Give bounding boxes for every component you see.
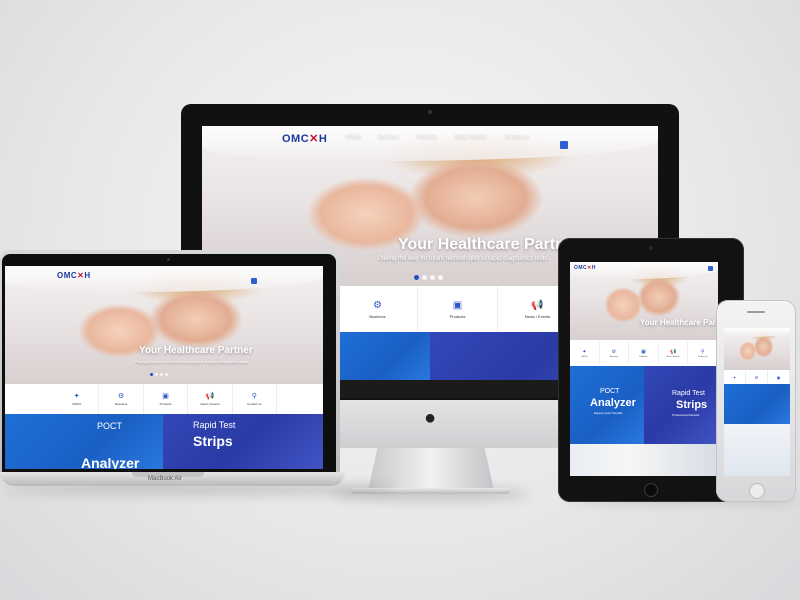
laptop-logo[interactable]: OMC✕H [57, 271, 91, 280]
laptop-promo-analyzer[interactable]: POCT Analyzer [5, 414, 163, 469]
laptop-quick-link-contact[interactable]: ⚲ Contact us [233, 384, 278, 414]
laptop-camera [167, 258, 170, 261]
slider-dot[interactable] [414, 275, 419, 280]
imac-logo[interactable]: OMC✕H [282, 132, 327, 145]
tablet-screen: OMC✕H Your Healthcare Partner ✦ OMCH ⚙ B… [570, 262, 718, 476]
tablet-promo-strips-big: Strips [676, 399, 708, 411]
imac-nav-products[interactable]: Products [417, 135, 437, 141]
location-pin-icon: ⚲ [700, 348, 705, 355]
laptop-promo-analyzer-big: Analyzer [81, 455, 140, 469]
laptop-quick-link-business[interactable]: ⚙ Business [99, 384, 144, 414]
phone-speaker [747, 311, 765, 313]
phone-promo-analyzer[interactable] [724, 384, 790, 424]
tablet-quick-link-business[interactable]: ⚙ Business [600, 342, 630, 364]
imac-slider-dots [414, 275, 443, 280]
laptop-hero-subtitle: Paving the way for future technologies o… [135, 359, 248, 364]
imac-nav-contact[interactable]: Contact us [505, 135, 529, 141]
apple-logo-icon: ● [423, 407, 437, 429]
slider-dot[interactable] [438, 275, 443, 280]
monitor-icon: ▣ [452, 299, 463, 311]
slider-dot[interactable] [150, 373, 153, 376]
tablet-quick-link-contact[interactable]: ⚲ Contact us [688, 342, 718, 364]
laptop-promo-analyzer-small: POCT [97, 421, 123, 431]
tablet-logo[interactable]: OMC✕H [574, 265, 596, 271]
imac-menu-button[interactable] [560, 141, 568, 149]
slider-dot[interactable] [430, 275, 435, 280]
imac-quick-link-products[interactable]: ▣ Products [418, 286, 498, 332]
people-icon: ⚙ [754, 374, 759, 380]
laptop-quick-link-news[interactable]: 📢 News / Events [188, 384, 233, 414]
slider-dot[interactable] [165, 373, 168, 376]
tablet-quick-links: ✦ OMCH ⚙ Business ▣ Products 📢 News / Ev… [570, 342, 718, 364]
megaphone-icon: 📢 [669, 348, 677, 355]
people-icon: ⚙ [611, 348, 617, 355]
tablet-camera [649, 246, 653, 250]
slider-dot[interactable] [422, 275, 427, 280]
tablet-menu-button[interactable] [708, 266, 713, 271]
tablet-photo-strip [570, 444, 718, 476]
phone-quick-link-business[interactable]: ⚙ [746, 370, 768, 384]
imac-stand [368, 445, 494, 491]
tablet-promo-strips[interactable]: Rapid Test Strips Professional Results [644, 366, 718, 444]
laptop-slider-dots [150, 373, 168, 376]
imac-quick-link-business[interactable]: ⚙ Business [338, 286, 418, 332]
slider-dot[interactable] [160, 373, 163, 376]
laptop-promo-strips[interactable]: Rapid Test Strips [163, 414, 323, 469]
laptop-quick-link-products[interactable]: ▣ Products [144, 384, 189, 414]
people-icon: ⚙ [117, 393, 125, 400]
tablet-promo-strips-small: Rapid Test [672, 390, 705, 397]
globe-icon: ✦ [732, 374, 737, 380]
tablet-quick-link-news[interactable]: 📢 News / Events [659, 342, 689, 364]
phone-promo-strips[interactable] [724, 424, 790, 476]
monitor-icon: ▣ [641, 348, 646, 355]
globe-icon: ✦ [73, 393, 80, 400]
imac-nav-omch[interactable]: OMCH [345, 135, 360, 141]
people-icon: ⚙ [373, 299, 382, 311]
tablet-promo-analyzer[interactable]: POCT Analyzer Expect Letter Results [570, 366, 644, 444]
imac-promo-analyzer[interactable] [338, 332, 430, 380]
imac-nav-news[interactable]: News / Events [455, 135, 487, 141]
laptop-hero: OMC✕H Your Healthcare Partner Paving the… [5, 266, 323, 384]
laptop-promo-strips-big: Strips [193, 433, 233, 449]
location-pin-icon: ⚲ [251, 393, 257, 400]
laptop-promo-strips-small: Rapid Test [193, 420, 236, 430]
tablet-home-button[interactable] [644, 483, 658, 497]
phone-quick-links: ✦ ⚙ ▣ [724, 370, 790, 384]
tablet-promo-analyzer-big: Analyzer [590, 397, 636, 409]
tablet-promo-analyzer-small: POCT [600, 388, 620, 395]
tablet-promo-analyzer-sub: Expect Letter Results [594, 411, 623, 415]
tablet-hero-title: Your Healthcare Partner [640, 318, 718, 327]
tablet-header: OMC✕H [570, 262, 718, 274]
laptop-brand-label: MacBook Air [148, 476, 182, 482]
imac-camera [428, 110, 432, 114]
laptop-screen: OMC✕H Your Healthcare Partner Paving the… [5, 266, 323, 469]
laptop-menu-button[interactable] [251, 278, 257, 284]
megaphone-icon: 📢 [205, 393, 215, 400]
imac-hero-subtitle: Paving the way for future technologies o… [378, 256, 548, 262]
laptop-quick-links: ✦ OMCH ⚙ Business ▣ Products 📢 News / Ev… [55, 384, 278, 414]
laptop-header: OMC✕H [5, 266, 323, 284]
monitor-icon: ▣ [162, 393, 169, 400]
tablet-quick-link-omch[interactable]: ✦ OMCH [570, 342, 600, 364]
megaphone-icon: 📢 [531, 299, 544, 311]
imac-hero-title: Your Healthcare Partner [398, 236, 580, 253]
tablet-quick-link-products[interactable]: ▣ Products [629, 342, 659, 364]
laptop-hero-title: Your Healthcare Partner [139, 345, 253, 356]
phone-quick-link-products[interactable]: ▣ [768, 370, 790, 384]
phone-home-button[interactable] [749, 483, 765, 499]
tablet-promo-strips-sub: Professional Results [672, 413, 700, 417]
imac-header: OMC✕H OMCH Business Products News / Even… [202, 126, 658, 150]
tablet-hero: OMC✕H Your Healthcare Partner [570, 262, 718, 340]
globe-icon: ✦ [582, 348, 587, 355]
monitor-icon: ▣ [776, 374, 781, 380]
slider-dot[interactable] [155, 373, 158, 376]
imac-nav-business[interactable]: Business [379, 135, 399, 141]
phone-screen: ✦ ⚙ ▣ [724, 328, 790, 476]
laptop-quick-link-omch[interactable]: ✦ OMCH [55, 384, 100, 414]
phone-hero [724, 328, 790, 370]
phone-quick-link-omch[interactable]: ✦ [724, 370, 746, 384]
